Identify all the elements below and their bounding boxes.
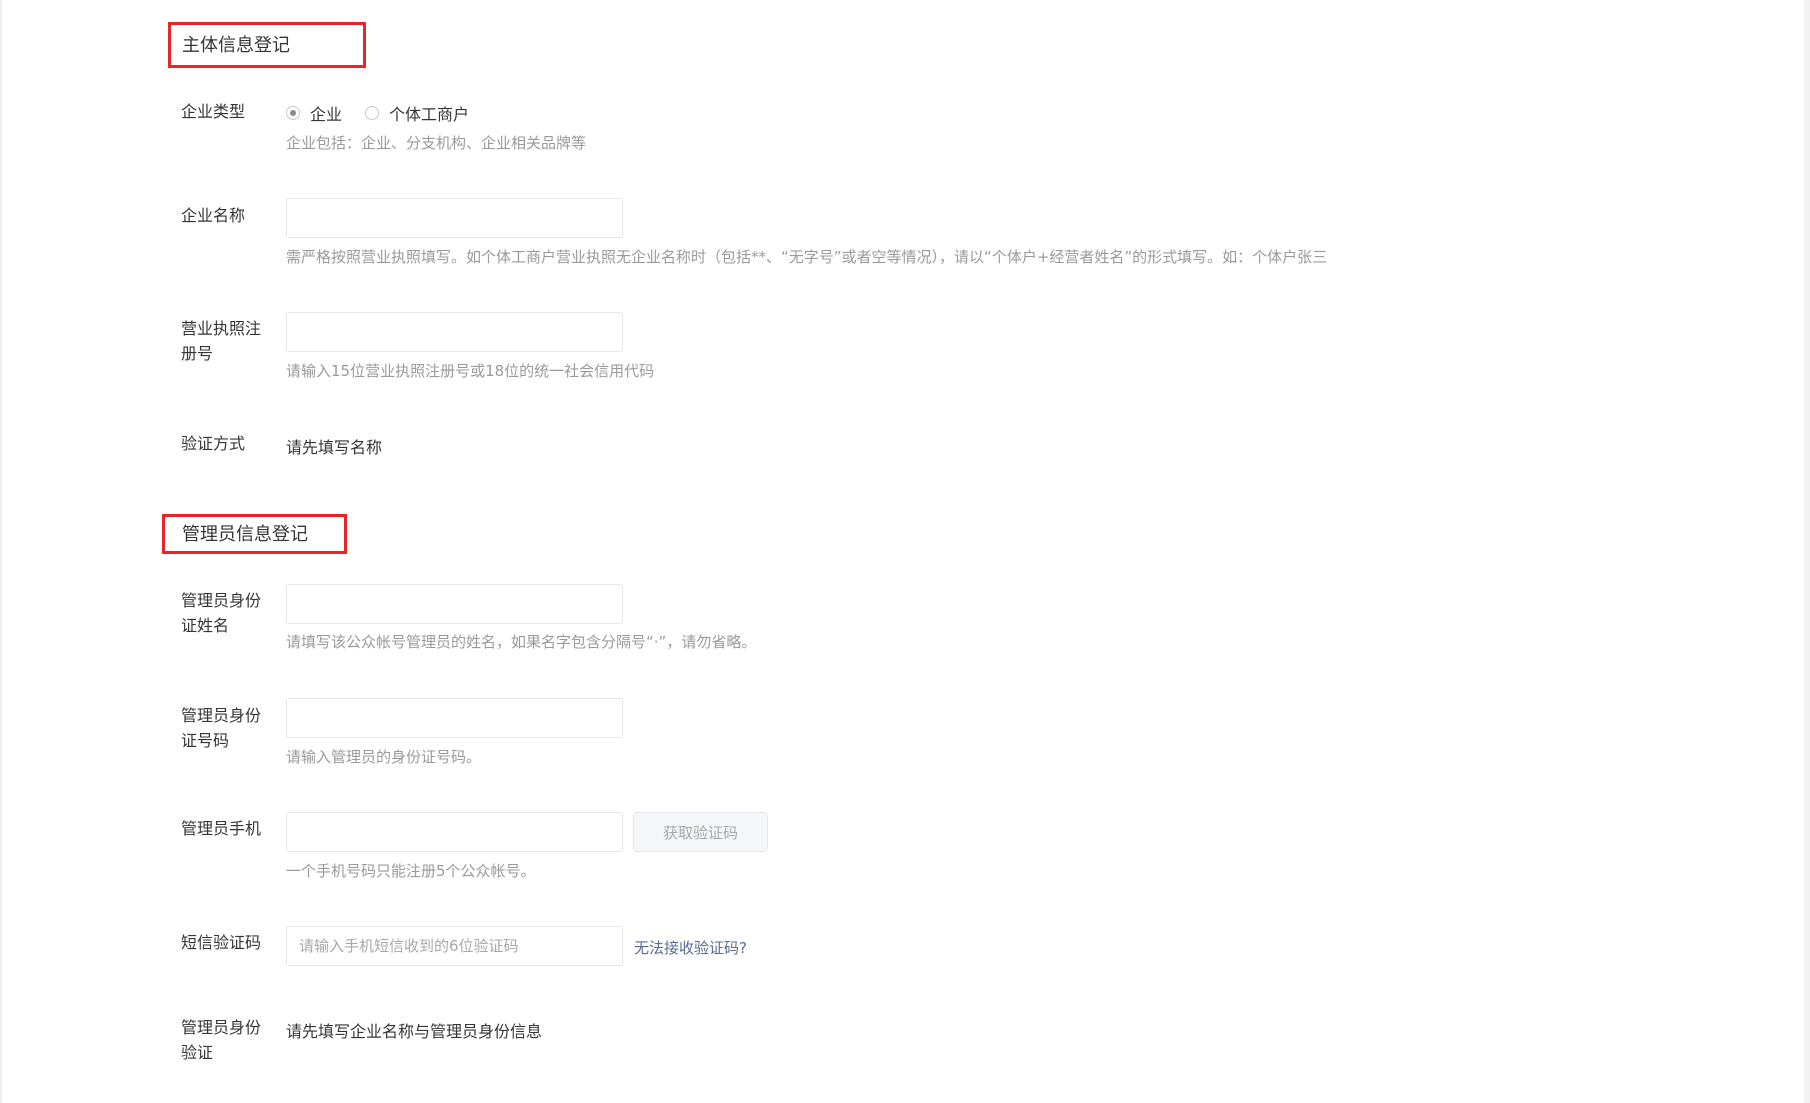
admin-id-number-hint: 请输入管理员的身份证号码。 bbox=[286, 748, 482, 766]
admin-id-number-input[interactable] bbox=[286, 698, 623, 738]
radio-enterprise[interactable]: 企业 bbox=[286, 101, 342, 125]
admin-id-name-hint: 请填写该公众帐号管理员的姓名，如果名字包含分隔号“·”，请勿省略。 bbox=[286, 633, 757, 651]
page-right-border bbox=[1804, 0, 1810, 1103]
admin-id-name-label-line1: 管理员身份 bbox=[181, 591, 262, 610]
radio-unchecked-icon bbox=[365, 106, 379, 120]
enterprise-type-hint: 企业包括：企业、分支机构、企业相关品牌等 bbox=[286, 134, 587, 152]
verify-method-label: 验证方式 bbox=[181, 434, 246, 453]
verify-method-text: 请先填写名称 bbox=[286, 438, 383, 457]
radio-individual-business-label: 个体工商户 bbox=[389, 105, 470, 124]
admin-id-number-label-line1: 管理员身份 bbox=[181, 706, 262, 725]
enterprise-name-label: 企业名称 bbox=[181, 206, 246, 225]
sms-code-input[interactable] bbox=[286, 926, 623, 966]
license-number-hint: 请输入15位营业执照注册号或18位的统一社会信用代码 bbox=[286, 362, 655, 380]
enterprise-type-label: 企业类型 bbox=[181, 102, 246, 121]
admin-id-number-label: 管理员身份 证号码 bbox=[181, 703, 261, 753]
subject-section-title: 主体信息登记 bbox=[182, 35, 290, 56]
admin-phone-hint: 一个手机号码只能注册5个公众帐号。 bbox=[286, 862, 536, 880]
cannot-receive-code-link[interactable]: 无法接收验证码? bbox=[634, 937, 747, 958]
admin-verify-label: 管理员身份 验证 bbox=[181, 1015, 261, 1065]
admin-id-name-input[interactable] bbox=[286, 584, 623, 624]
license-number-label: 营业执照注 册号 bbox=[181, 316, 261, 366]
sms-code-label: 短信验证码 bbox=[181, 933, 262, 952]
admin-id-name-label: 管理员身份 证姓名 bbox=[181, 588, 261, 638]
enterprise-name-hint: 需严格按照营业执照填写。如个体工商户营业执照无企业名称时（包括**、“无字号”或… bbox=[286, 248, 1328, 266]
admin-verify-text: 请先填写企业名称与管理员身份信息 bbox=[286, 1022, 543, 1041]
admin-phone-input[interactable] bbox=[286, 812, 623, 852]
radio-checked-icon bbox=[286, 106, 300, 120]
admin-id-number-label-line2: 证号码 bbox=[181, 731, 230, 750]
license-number-label-line2: 册号 bbox=[181, 344, 214, 363]
license-number-label-line1: 营业执照注 bbox=[181, 319, 262, 338]
radio-individual-business[interactable]: 个体工商户 bbox=[365, 101, 469, 125]
page-left-border bbox=[0, 0, 2, 1103]
radio-enterprise-label: 企业 bbox=[310, 105, 343, 124]
admin-id-name-label-line2: 证姓名 bbox=[181, 616, 230, 635]
enterprise-name-input[interactable] bbox=[286, 198, 623, 238]
admin-phone-label: 管理员手机 bbox=[181, 819, 262, 838]
admin-verify-label-line1: 管理员身份 bbox=[181, 1018, 262, 1037]
admin-section-title: 管理员信息登记 bbox=[182, 524, 308, 545]
admin-verify-label-line2: 验证 bbox=[181, 1043, 214, 1062]
get-verification-code-button[interactable]: 获取验证码 bbox=[633, 812, 768, 852]
license-number-input[interactable] bbox=[286, 312, 623, 352]
